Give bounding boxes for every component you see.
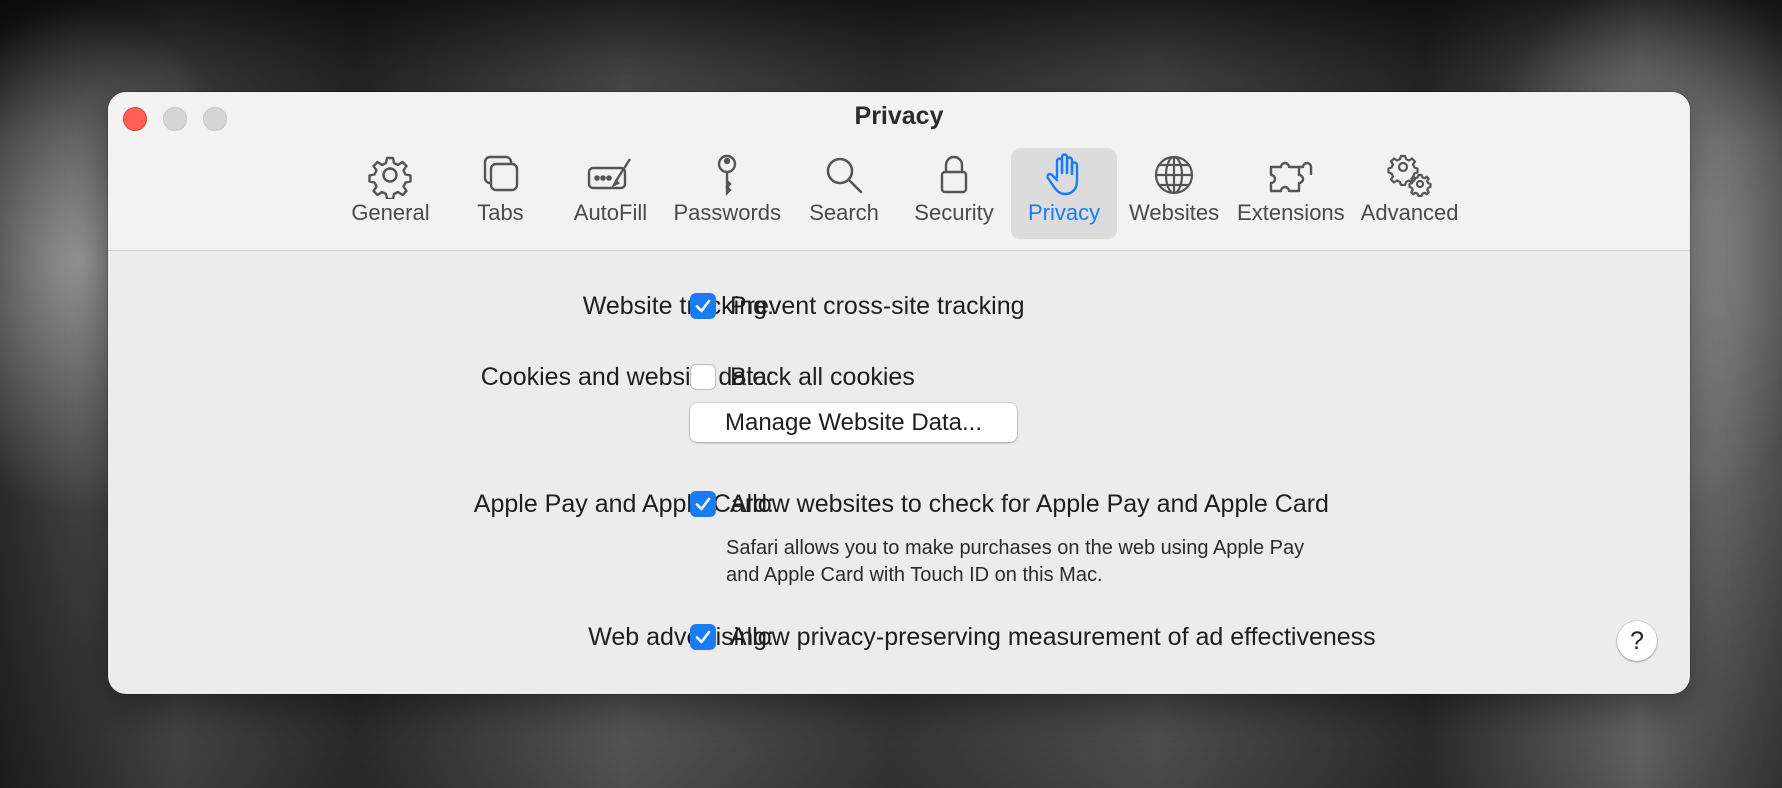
tab-search[interactable]: Search — [791, 148, 897, 239]
apple-pay-row: Apple Pay and Apple Card: Allow websites… — [108, 484, 1690, 524]
checkmark-icon — [695, 497, 711, 511]
tab-security[interactable]: Security — [901, 148, 1007, 239]
apple-pay-label: Apple Pay and Apple Card: — [473, 490, 774, 518]
ad-measurement-checkbox[interactable] — [690, 624, 716, 650]
website-tracking-row: Website tracking: Prevent cross-site tra… — [108, 286, 1690, 326]
gear-icon — [366, 151, 414, 201]
apple-pay-note: Safari allows you to make purchases on t… — [726, 535, 1446, 589]
tab-tabs[interactable]: Tabs — [447, 148, 553, 239]
apple-pay-note-line1: Safari allows you to make purchases on t… — [726, 537, 1305, 559]
tab-privacy-label: Privacy — [1027, 200, 1101, 225]
tab-advanced-label: Advanced — [1360, 200, 1459, 225]
prevent-tracking-text[interactable]: Prevent cross-site tracking — [730, 292, 1025, 321]
tab-passwords[interactable]: Passwords — [667, 148, 787, 239]
ad-measurement-text[interactable]: Allow privacy-preserving measurement of … — [730, 623, 1376, 652]
autofill-icon — [586, 151, 634, 199]
tab-extensions-label: Extensions — [1237, 200, 1345, 225]
tab-search-label: Search — [809, 200, 879, 225]
tab-websites[interactable]: Websites — [1121, 148, 1227, 239]
tab-tabs-label: Tabs — [477, 200, 524, 225]
tab-autofill[interactable]: AutoFill — [557, 148, 663, 239]
help-button[interactable]: ? — [1617, 621, 1657, 661]
hand-icon — [1040, 151, 1088, 199]
tab-passwords-label: Passwords — [673, 200, 782, 225]
safari-preferences-window: Privacy General Tabs AutoFill Passwords … — [108, 92, 1690, 694]
tab-advanced[interactable]: Advanced — [1355, 148, 1465, 239]
window-title: Privacy — [854, 102, 944, 130]
tab-privacy[interactable]: Privacy — [1011, 148, 1118, 239]
titlebar: Privacy General Tabs AutoFill Passwords … — [108, 92, 1690, 251]
preferences-toolbar: General Tabs AutoFill Passwords Search S… — [108, 148, 1690, 239]
tab-websites-label: Websites — [1129, 200, 1220, 225]
tab-security-label: Security — [914, 200, 994, 225]
tabs-icon — [476, 151, 524, 199]
puzzle-icon — [1267, 151, 1315, 199]
checkmark-icon — [695, 630, 711, 644]
block-cookies-checkbox[interactable] — [690, 364, 716, 390]
prevent-tracking-checkbox[interactable] — [690, 293, 716, 319]
apple-pay-note-line2: and Apple Card with Touch ID on this Mac… — [726, 564, 1103, 586]
checkmark-icon — [695, 299, 711, 313]
web-advertising-row: Web advertising: Allow privacy-preservin… — [108, 617, 1690, 657]
apple-pay-checkbox[interactable] — [690, 491, 716, 517]
lock-icon — [930, 151, 978, 199]
tab-extensions[interactable]: Extensions — [1231, 148, 1351, 239]
search-icon — [820, 151, 868, 199]
tab-general-label: General — [351, 200, 430, 225]
tab-autofill-label: AutoFill — [573, 200, 648, 225]
apple-pay-text[interactable]: Allow websites to check for Apple Pay an… — [730, 490, 1329, 519]
manage-website-data-button[interactable]: Manage Website Data... — [690, 403, 1017, 442]
privacy-pane: Website tracking: Prevent cross-site tra… — [108, 251, 1690, 694]
block-cookies-text[interactable]: Block all cookies — [730, 363, 915, 392]
cookies-row: Cookies and website data: Block all cook… — [108, 357, 1690, 397]
key-icon — [703, 151, 751, 199]
globe-icon — [1150, 151, 1198, 199]
tab-general[interactable]: General — [337, 148, 443, 239]
gears-icon — [1386, 151, 1434, 199]
